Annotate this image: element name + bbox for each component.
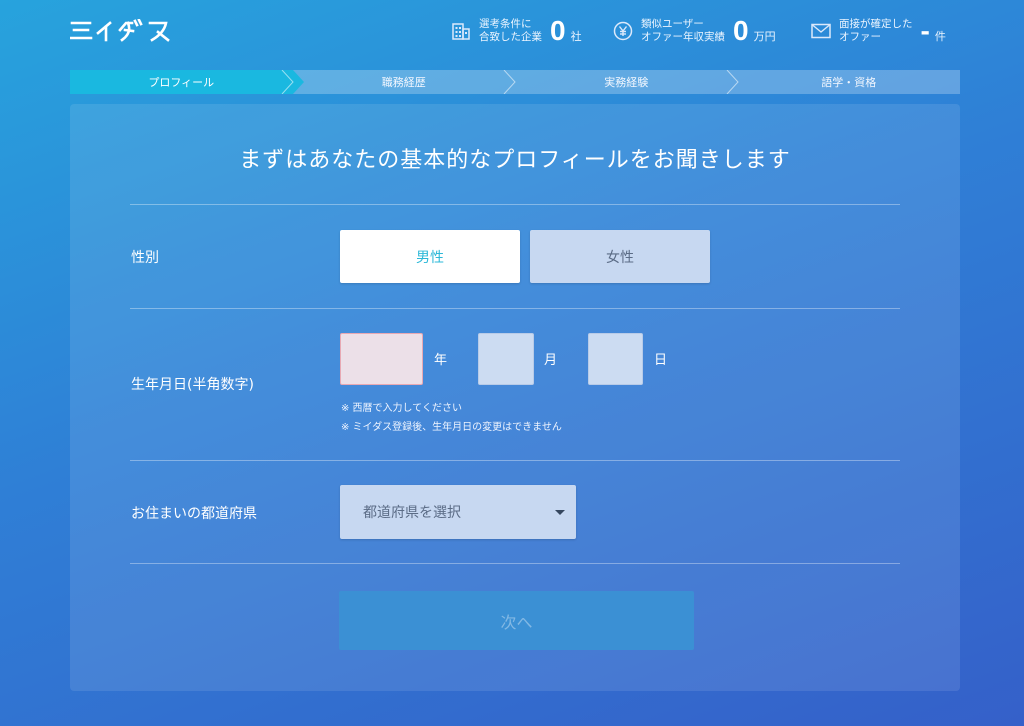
divider	[130, 204, 900, 205]
divider	[130, 563, 900, 564]
step-separator-icon	[281, 70, 294, 94]
offer-salary-stat: 類似ユーザー オファー年収実績 0 万円	[612, 16, 776, 46]
prefecture-label: お住まいの都道府県	[131, 506, 257, 522]
gender-male-button[interactable]: 男性	[340, 230, 520, 283]
stat-label: 選考条件に 合致した企業	[479, 18, 542, 43]
form-title: まずはあなたの基本的なプロフィールをお聞きします	[239, 148, 791, 173]
divider	[130, 460, 900, 461]
stat-label: 面接が確定した オファー	[839, 18, 913, 43]
gender-label: 性別	[131, 250, 159, 266]
stat-unit: 社	[570, 30, 582, 43]
divider	[130, 308, 900, 309]
stat-value: 0	[733, 15, 749, 46]
step-work-experience: 実務経験	[515, 70, 738, 94]
prefecture-placeholder: 都道府県を選択	[363, 505, 461, 521]
birth-day-input[interactable]	[588, 333, 643, 385]
logo-wordmark-icon	[70, 19, 170, 42]
stat-value: -	[920, 15, 930, 46]
birth-month-input[interactable]	[478, 333, 534, 385]
header: 選考条件に 合致した企業 0 社 類似ユーザー オファー年収実績 0 万円 面接…	[0, 0, 1024, 64]
miidas-logo[interactable]	[70, 19, 184, 43]
yen-icon	[612, 20, 634, 42]
stat-label: 類似ユーザー オファー年収実績	[641, 18, 725, 43]
birthdate-note-western-year: ※ 西暦で入力してください	[341, 403, 462, 414]
month-unit: 月	[544, 353, 558, 368]
birthdate-label: 生年月日(半角数字)	[131, 377, 254, 393]
step-separator-icon	[726, 70, 739, 94]
gender-female-button[interactable]: 女性	[530, 230, 710, 283]
year-unit: 年	[434, 353, 448, 368]
step-profile: プロフィール	[70, 70, 304, 94]
birthdate-note-no-change: ※ ミイダス登録後、生年月日の変更はできません	[341, 422, 562, 433]
birth-year-input[interactable]	[340, 333, 423, 385]
stat-unit: 件	[934, 30, 946, 43]
day-unit: 日	[654, 353, 668, 368]
stat-value: 0	[550, 15, 566, 46]
chevron-down-icon	[555, 510, 565, 515]
matched-companies-stat: 選考条件に 合致した企業 0 社	[450, 16, 582, 46]
prefecture-select[interactable]: 都道府県を選択	[340, 485, 576, 539]
step-separator-icon	[503, 70, 516, 94]
building-icon	[450, 20, 472, 42]
next-button[interactable]: 次へ	[339, 591, 694, 650]
step-work-history: 職務経歴	[292, 70, 515, 94]
interview-offers-stat: 面接が確定した オファー - 件	[810, 16, 946, 46]
step-language-qualifications: 語学・資格	[737, 70, 960, 94]
stat-unit: 万円	[753, 30, 776, 43]
mail-icon	[810, 20, 832, 42]
progress-steps: プロフィール 職務経歴 実務経験 語学・資格	[70, 70, 960, 94]
profile-form-card: まずはあなたの基本的なプロフィールをお聞きします 性別 男性 女性 生年月日(半…	[70, 104, 960, 691]
